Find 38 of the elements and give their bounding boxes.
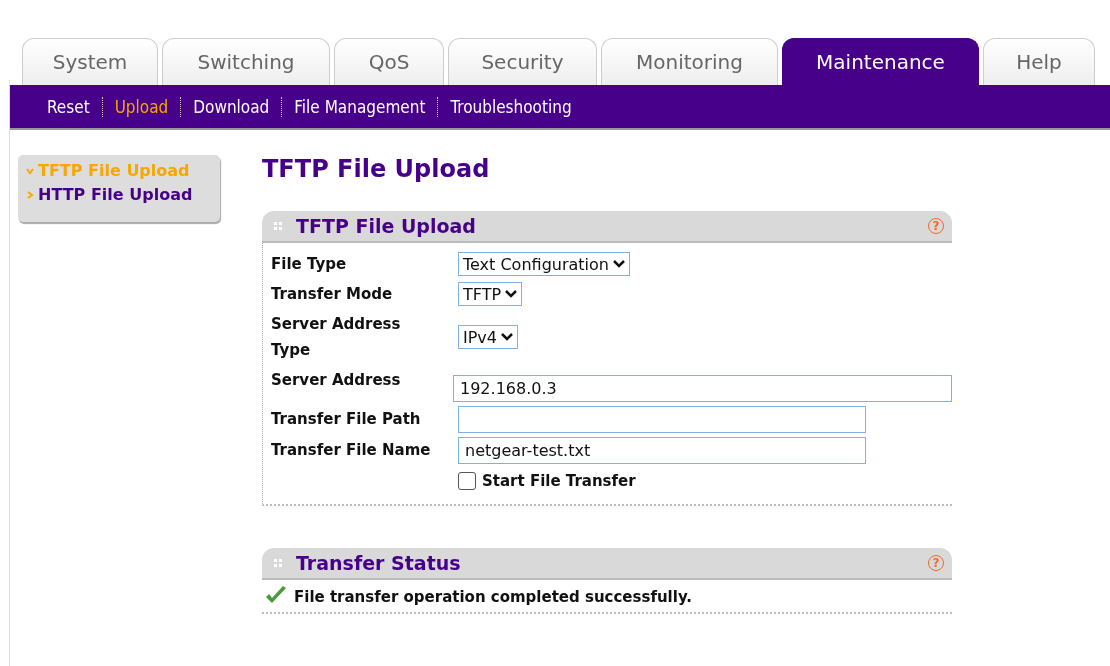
page-title: TFTP File Upload <box>262 155 491 185</box>
dropdown[interactable]: TFTP <box>458 282 523 306</box>
nav-tab[interactable]: Maintenance <box>782 38 979 85</box>
nav-tab[interactable]: Security <box>448 38 597 85</box>
nav-tab[interactable]: Monitoring <box>601 38 778 85</box>
nav-tab[interactable]: System <box>22 38 158 85</box>
subnav-link[interactable]: File Management <box>294 96 426 117</box>
subnav-link[interactable]: Upload <box>114 96 169 117</box>
nav-tab[interactable]: Help <box>983 38 1095 85</box>
nav-tab[interactable]: QoS <box>334 38 444 85</box>
status-message: File transfer operation completed successfully. <box>294 588 692 606</box>
checkbox-label: Start File Transfer <box>482 471 636 492</box>
field-label: File Type <box>271 254 348 275</box>
grip-icon <box>274 222 282 230</box>
field-label: Transfer File Name <box>271 440 432 461</box>
subnav-link[interactable]: Troubleshooting <box>450 96 572 117</box>
sidebar-item[interactable]: HTTP File Upload <box>26 185 220 204</box>
dropdown[interactable]: Text Configuration <box>458 252 630 276</box>
caret-icon <box>501 333 513 341</box>
field-label: Server Address Type <box>271 314 402 361</box>
text-field[interactable]: 192.168.0.3 <box>453 375 952 402</box>
chevron-icon <box>26 166 34 175</box>
checkbox[interactable] <box>458 472 476 490</box>
grip-icon <box>274 559 282 567</box>
caret-icon <box>612 260 625 268</box>
subnav-link[interactable]: Download <box>193 96 270 117</box>
nav-tab[interactable]: Switching <box>162 38 330 85</box>
field-label: Transfer Mode <box>271 284 394 305</box>
field-label: Server Address <box>271 370 402 391</box>
field-label: Transfer File Path <box>271 409 422 430</box>
caret-icon <box>505 290 518 298</box>
subnav-link[interactable]: Reset <box>47 96 90 117</box>
panel-title: Transfer Status <box>296 552 462 574</box>
text-field[interactable]: netgear-test.txt <box>458 437 866 464</box>
dropdown[interactable]: IPv4 <box>458 325 518 349</box>
chevron-icon <box>26 190 34 199</box>
panel-title: TFTP File Upload <box>296 215 477 237</box>
text-field[interactable] <box>458 406 866 433</box>
